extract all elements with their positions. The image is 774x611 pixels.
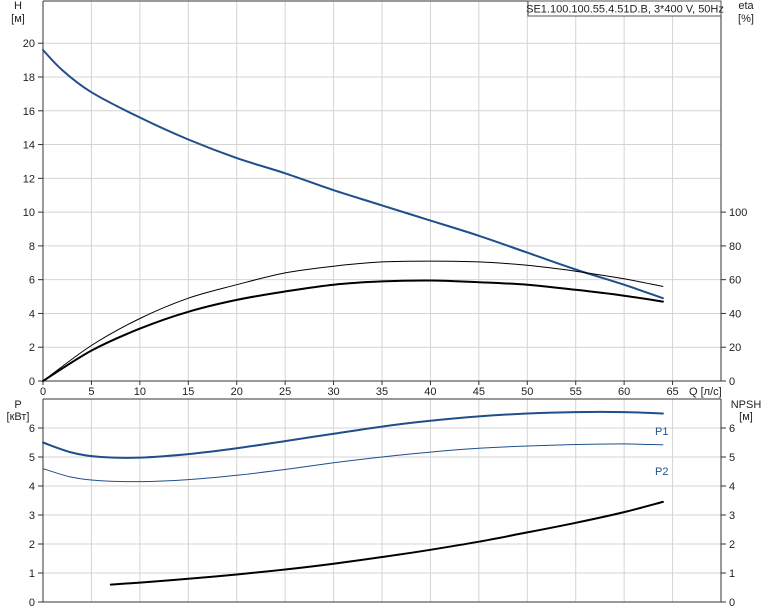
xlabel-top: Q [л/с] <box>689 386 722 398</box>
top-left-tick-label: 4 <box>29 308 35 320</box>
top-series-0-line <box>42 49 664 300</box>
top-right-tick-label: 0 <box>729 376 735 388</box>
top-right-tick-label: 40 <box>729 308 741 320</box>
bottom-left-tick-label: 0 <box>29 597 35 609</box>
ylabel-left-unit-top: [м] <box>11 13 25 25</box>
top-left-tick-label: 2 <box>29 342 35 354</box>
bottom-series <box>42 410 664 586</box>
bottom-grid <box>43 399 721 602</box>
top-left-tick-label: 6 <box>29 275 35 287</box>
top-left-tick-label: 0 <box>29 376 35 388</box>
top-right-tick-label: 20 <box>729 342 741 354</box>
bottom-right-tick-label: 0 <box>729 597 735 609</box>
bottom-series-p1-line <box>42 410 664 459</box>
ylabel-right-bottom: NPSH <box>731 399 762 411</box>
top-left-tick-label: 20 <box>23 38 35 50</box>
top-x-tick-label: 45 <box>473 386 485 398</box>
top-series <box>42 49 664 382</box>
top-x-tick-label: 0 <box>40 386 46 398</box>
top-grid <box>43 1 721 381</box>
top-right-tick-label: 60 <box>729 275 741 287</box>
bottom-left-tick-label: 3 <box>29 510 35 522</box>
top-ticks: 0 2 4 6 8 10 12 14 16 18 20 0 20 40 60 80 100 0 5 10 15 20 25 3… <box>23 38 748 398</box>
ylabel-right-unit-top: [%] <box>738 13 754 25</box>
top-x-tick-label: 5 <box>88 386 94 398</box>
top-series-1-line <box>42 260 664 382</box>
top-x-tick-label: 15 <box>182 386 194 398</box>
top-right-tick-label: 100 <box>729 207 747 219</box>
bottom-right-tick-label: 2 <box>729 539 735 551</box>
bottom-right-tick-label: 1 <box>729 568 735 580</box>
bottom-left-tick-label: 2 <box>29 539 35 551</box>
series-label-p1: P1 <box>655 426 668 438</box>
top-x-tick-label: 40 <box>424 386 436 398</box>
bottom-left-tick-label: 4 <box>29 481 35 493</box>
top-left-tick-label: 16 <box>23 106 35 118</box>
top-x-tick-label: 50 <box>521 386 533 398</box>
top-left-tick-label: 12 <box>23 173 35 185</box>
bottom-series-p2-line <box>42 443 664 483</box>
ylabel-left-bottom: P <box>14 399 21 411</box>
bottom-right-tick-label: 3 <box>729 510 735 522</box>
bottom-right-tick-label: 6 <box>729 423 735 435</box>
top-x-tick-label: 35 <box>376 386 388 398</box>
ylabel-right-top: eta <box>738 0 754 12</box>
top-x-tick-label: 30 <box>327 386 339 398</box>
pump-curve-chart: 024681012141618200204060801000 5 10 15 20 25 3… <box>7 0 762 609</box>
bottom-left-tick-label: 5 <box>29 452 35 464</box>
power-npsh-panel: 0 1 2 3 4 5 6 0 1 2 3 4 5 6 P [кВт] NPSH [м] P1 P2 <box>7 398 762 609</box>
chart-title: SE1.100.100.55.4.51D.B, 3*400 V, 50Hz <box>526 4 724 16</box>
bottom-series-2-line <box>109 500 664 586</box>
top-x-tick-label: 10 <box>134 386 146 398</box>
ylabel-left-unit-bottom: [кВт] <box>7 411 30 423</box>
top-left-tick-label: 14 <box>23 140 35 152</box>
top-x-tick-label: 20 <box>231 386 243 398</box>
bottom-left-tick-label: 6 <box>29 423 35 435</box>
top-left-tick-label: 8 <box>29 241 35 253</box>
head-efficiency-panel: 0 2 4 6 8 10 12 14 16 18 20 0 20 40 60 80 100 0 5 10 15 20 25 3… <box>11 0 754 398</box>
top-series-2-line <box>42 279 664 382</box>
top-right-tick-label: 80 <box>729 241 741 253</box>
top-left-tick-label: 10 <box>23 207 35 219</box>
series-label-p2: P2 <box>655 466 668 478</box>
bottom-right-tick-label: 5 <box>729 452 735 464</box>
bottom-left-tick-label: 1 <box>29 568 35 580</box>
ylabel-right-unit-bottom: [м] <box>739 411 753 423</box>
top-x-tick-label: 65 <box>666 386 678 398</box>
top-x-tick-label: 55 <box>570 386 582 398</box>
top-left-tick-label: 18 <box>23 72 35 84</box>
top-x-tick-label: 60 <box>618 386 630 398</box>
top-x-tick-label: 25 <box>279 386 291 398</box>
title-box: SE1.100.100.55.4.51D.B, 3*400 V, 50Hz <box>526 0 724 17</box>
bottom-right-tick-label: 4 <box>729 481 735 493</box>
ylabel-left-top: H <box>14 0 22 12</box>
